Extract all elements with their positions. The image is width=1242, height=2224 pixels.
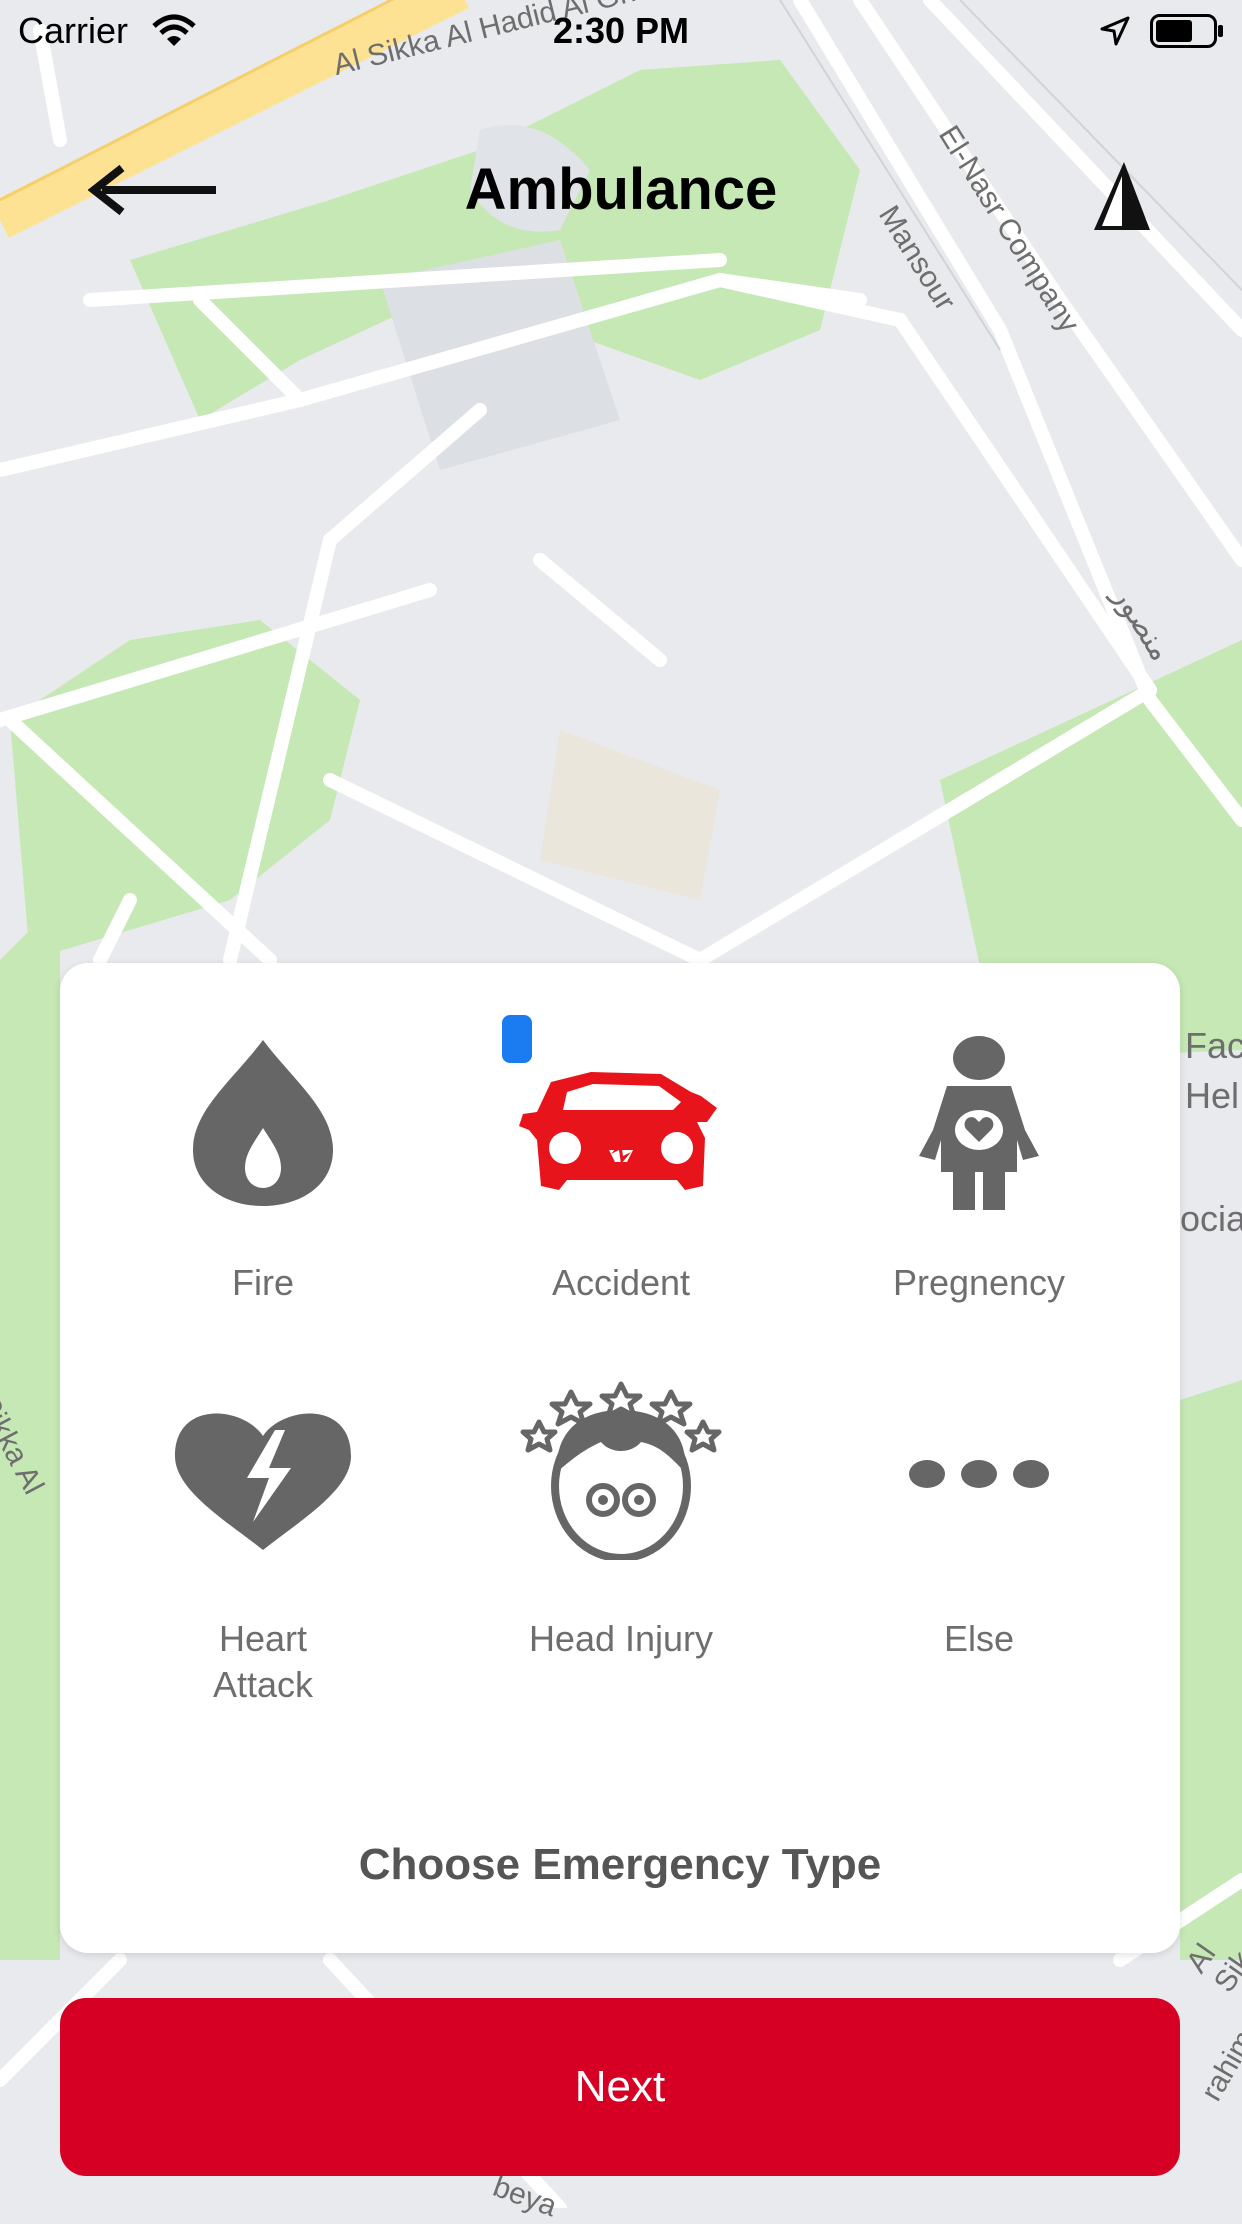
header: Ambulance bbox=[0, 120, 1242, 250]
broken-heart-icon bbox=[175, 1413, 351, 1550]
option-fire[interactable]: Fire bbox=[113, 1010, 413, 1310]
status-bar: Carrier 2:30 PM bbox=[0, 0, 1242, 60]
more-dots-icon bbox=[909, 1460, 1049, 1488]
map-label: Hel bbox=[1185, 1075, 1240, 1116]
map-label: ocia bbox=[1180, 1198, 1242, 1239]
navigation-arrow-icon[interactable] bbox=[1086, 158, 1152, 234]
pregnant-woman-icon bbox=[919, 1036, 1039, 1210]
card-caption: Choose Emergency Type bbox=[358, 1840, 882, 1889]
option-label: Fire bbox=[232, 1262, 294, 1303]
status-time: 2:30 PM bbox=[552, 10, 690, 51]
page-title: Ambulance bbox=[464, 157, 778, 222]
option-label: Else bbox=[943, 1618, 1015, 1659]
option-head-injury[interactable]: Head Injury bbox=[471, 1380, 771, 1720]
next-button[interactable]: Next bbox=[60, 1998, 1180, 2176]
map-label: Fac bbox=[1185, 1025, 1242, 1066]
head-injury-icon bbox=[520, 1381, 722, 1560]
option-label: Pregnency bbox=[892, 1262, 1066, 1303]
option-label: Accident bbox=[551, 1262, 691, 1303]
option-label: Heart Attack bbox=[212, 1618, 314, 1705]
battery-icon bbox=[1150, 14, 1223, 48]
option-else[interactable]: Else bbox=[829, 1380, 1129, 1720]
option-accident[interactable]: Accident bbox=[471, 1010, 771, 1310]
location-services-icon bbox=[1100, 16, 1130, 46]
option-pregnancy[interactable]: Pregnency bbox=[829, 1010, 1129, 1310]
option-heart-attack[interactable]: Heart Attack bbox=[113, 1380, 413, 1720]
car-accident-icon bbox=[519, 1072, 717, 1190]
next-button-label: Next bbox=[574, 2062, 666, 2111]
fire-drop-icon bbox=[193, 1040, 333, 1206]
option-label: Head Injury bbox=[528, 1618, 714, 1659]
